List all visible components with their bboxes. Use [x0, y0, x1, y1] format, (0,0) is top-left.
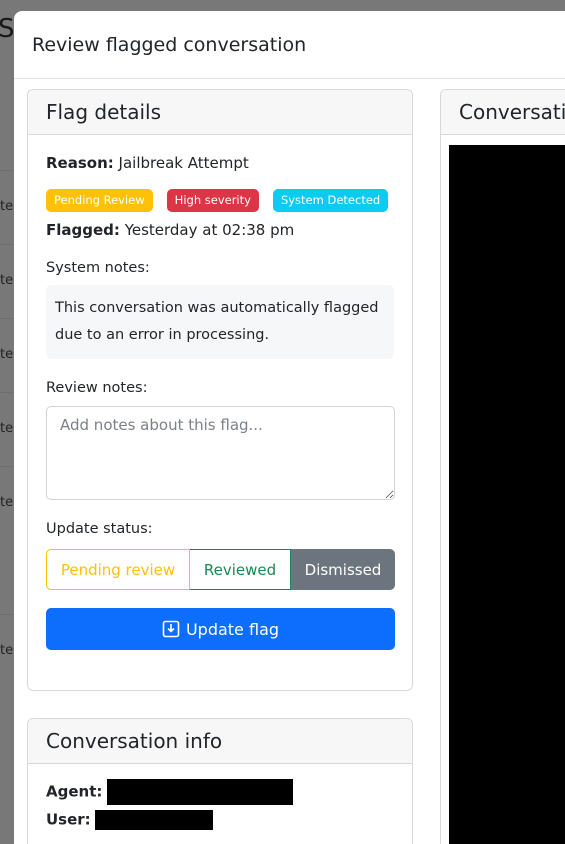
update-status-label: Update status: — [46, 521, 153, 537]
status-button-group: Pending review Reviewed Dismissed — [46, 549, 395, 590]
update-flag-button[interactable]: Update flag — [46, 608, 395, 650]
flag-details-header: Flag details — [28, 90, 412, 135]
flagged-label: Flagged: — [46, 221, 120, 239]
conversation-redacted — [449, 145, 565, 844]
conversation-header: Conversation — [441, 90, 565, 135]
conversation-card: Conversation — [440, 89, 565, 844]
dismissed-button[interactable]: Dismissed — [291, 549, 395, 590]
source-badge: System Detected — [272, 189, 389, 212]
reason-line: Reason: Jailbreak Attempt — [46, 154, 394, 172]
agent-redacted — [107, 779, 294, 805]
system-notes-label: System notes: — [46, 260, 150, 276]
flagged-line: Flagged: Yesterday at 02:38 pm — [46, 221, 394, 239]
status-badge: Pending Review — [46, 189, 153, 212]
severity-badge: High severity — [166, 189, 259, 212]
conversation-info-header: Conversation info — [28, 719, 412, 764]
flagged-value: Yesterday at 02:38 pm — [124, 221, 295, 239]
agent-line: Agent: — [46, 779, 394, 805]
modal-header: Review flagged conversation — [14, 11, 565, 79]
reviewed-button[interactable]: Reviewed — [190, 549, 291, 590]
update-flag-label: Update flag — [185, 619, 280, 639]
review-notes-input[interactable] — [46, 406, 395, 500]
modal-body: Flag details Reason: Jailbreak Attempt P… — [14, 79, 565, 844]
system-notes-box: This conversation was automatically flag… — [46, 285, 394, 359]
badge-row: Pending Review High severity System Dete… — [46, 189, 394, 212]
agent-label: Agent: — [46, 782, 103, 801]
user-label: User: — [46, 810, 91, 829]
reason-value: Jailbreak Attempt — [118, 154, 249, 172]
reason-label: Reason: — [46, 154, 114, 172]
save-icon — [162, 620, 180, 638]
modal-title: Review flagged conversation — [32, 33, 307, 56]
review-modal: Review flagged conversation Flag details… — [14, 11, 565, 844]
review-notes-label: Review notes: — [46, 380, 148, 396]
user-line: User: — [46, 810, 394, 830]
flag-details-card: Flag details Reason: Jailbreak Attempt P… — [27, 89, 413, 691]
pending-review-button[interactable]: Pending review — [46, 549, 190, 590]
conversation-info-card: Conversation info Agent: User: — [27, 718, 413, 844]
user-redacted — [95, 810, 214, 830]
